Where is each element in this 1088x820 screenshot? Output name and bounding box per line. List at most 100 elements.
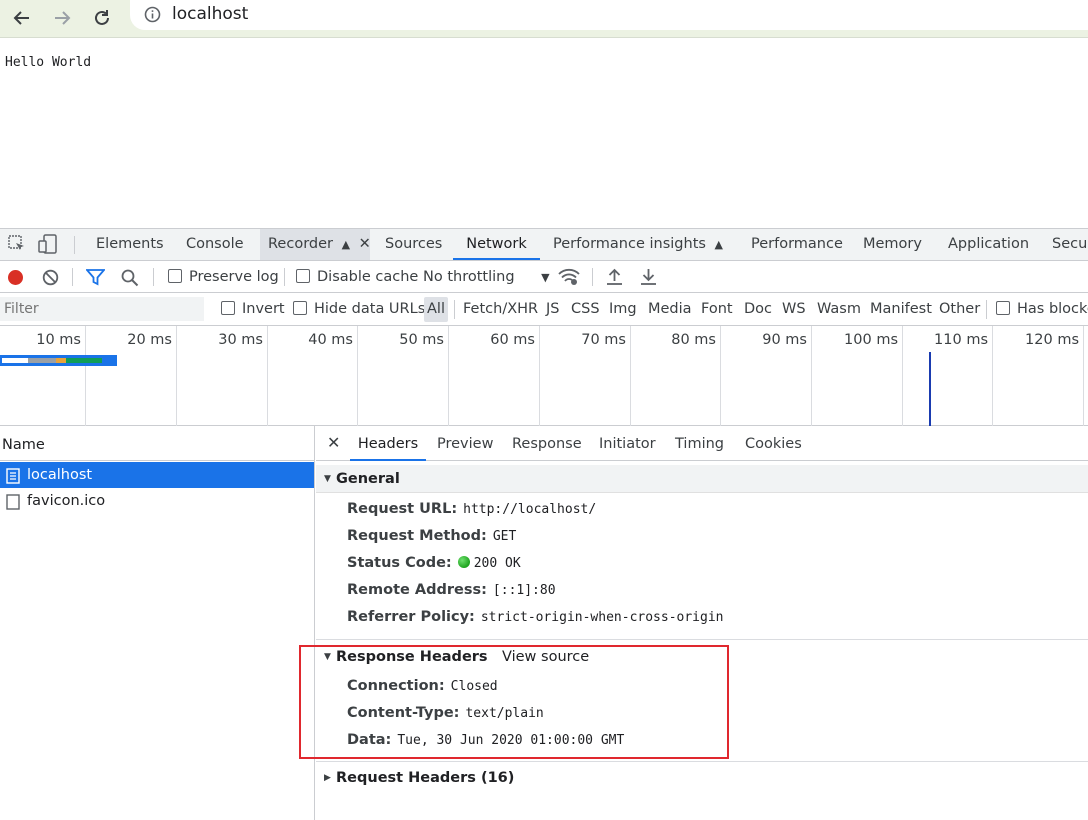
checkbox[interactable] [996, 301, 1010, 315]
network-conditions-icon[interactable] [558, 268, 580, 286]
header-value: [::1]:80 [492, 583, 556, 598]
tick-label: 90 ms [762, 332, 807, 348]
request-row[interactable]: localhost [0, 462, 314, 488]
filter-type-img[interactable]: Img [609, 293, 637, 326]
tab-application[interactable]: Application [948, 229, 1029, 260]
tab-initiator[interactable]: Initiator [599, 426, 656, 461]
info-icon[interactable] [144, 6, 161, 27]
checkbox[interactable] [168, 269, 182, 283]
tab-elements[interactable]: Elements [96, 229, 164, 260]
tab-performance-insights[interactable]: Performance insights ▲ [553, 229, 723, 260]
header-key: Status Code: [347, 555, 452, 571]
column-header-name[interactable]: Name [0, 426, 314, 461]
timeline-tick: 120 ms [993, 326, 1084, 426]
throttling-select[interactable]: No throttling ▼ [423, 261, 550, 293]
inspect-element-icon[interactable] [7, 234, 27, 258]
flask-icon: ▲ [714, 238, 724, 251]
tick-label: 10 ms [36, 332, 81, 348]
filter-type-all[interactable]: All [424, 297, 448, 322]
header-key: Referrer Policy: [347, 609, 475, 625]
search-icon[interactable] [121, 269, 139, 287]
tab-recorder[interactable]: Recorder ▲ ✕ [260, 229, 371, 260]
header-row: Request Method: GET [347, 523, 516, 550]
upload-icon[interactable] [606, 268, 623, 286]
record-icon[interactable] [7, 269, 24, 285]
filter-type-ws[interactable]: WS [782, 293, 806, 326]
forward-arrow-icon[interactable] [48, 4, 76, 32]
filter-icon[interactable] [85, 269, 106, 286]
tab-sources[interactable]: Sources [385, 229, 442, 260]
filter-type-media[interactable]: Media [648, 293, 692, 326]
tab-headers[interactable]: Headers [350, 426, 426, 461]
timeline-load-marker [929, 352, 931, 426]
disable-cache-checkbox[interactable]: Disable cache [296, 261, 418, 293]
network-filterbar: Invert Hide data URLs All Fetch/XHR JS C… [0, 293, 1088, 326]
filter-type-manifest[interactable]: Manifest [870, 293, 932, 326]
close-icon[interactable]: ✕ [359, 236, 371, 252]
address-bar[interactable]: localhost [130, 0, 1088, 30]
hide-data-urls-checkbox[interactable]: Hide data URLs [293, 293, 425, 326]
request-row[interactable]: favicon.ico [0, 488, 314, 514]
header-key: Request URL: [347, 501, 458, 517]
browser-toolbar: localhost [0, 0, 1088, 38]
filter-type-doc[interactable]: Doc [744, 293, 772, 326]
has-blocked-checkbox[interactable]: Has blocke [996, 293, 1088, 326]
section-divider [316, 761, 1088, 762]
timeline-segment-stalled [28, 358, 56, 363]
timeline-segment-connect [56, 358, 66, 363]
tab-memory[interactable]: Memory [863, 229, 922, 260]
tick-label: 100 ms [844, 332, 898, 348]
tick-label: 20 ms [127, 332, 172, 348]
filter-type-font[interactable]: Font [701, 293, 733, 326]
tab-performance-insights-label: Performance insights [553, 236, 706, 252]
timeline-tick: 20 ms [86, 326, 177, 426]
tick-label: 60 ms [490, 332, 535, 348]
flask-icon: ▲ [341, 238, 351, 251]
reload-icon[interactable] [88, 4, 116, 32]
section-title: Request Headers (16) [336, 770, 515, 786]
tab-console[interactable]: Console [186, 229, 244, 260]
checkbox[interactable] [221, 301, 235, 315]
filter-type-js[interactable]: JS [546, 293, 559, 326]
tab-performance[interactable]: Performance [751, 229, 843, 260]
timeline-tick: 100 ms [812, 326, 903, 426]
header-row: Status Code: 200 OK [347, 550, 521, 577]
preserve-log-checkbox[interactable]: Preserve log [168, 261, 279, 293]
tick-label: 80 ms [671, 332, 716, 348]
close-icon[interactable]: ✕ [327, 426, 340, 461]
address-bar-url[interactable]: localhost [172, 4, 248, 24]
back-arrow-icon[interactable] [8, 4, 36, 32]
tab-timing[interactable]: Timing [675, 426, 724, 461]
section-request-headers-header[interactable]: ▶ Request Headers (16) [316, 764, 1088, 792]
tab-response[interactable]: Response [512, 426, 582, 461]
download-icon[interactable] [640, 268, 657, 286]
network-timeline-overview[interactable]: 10 ms 20 ms 30 ms 40 ms 50 ms 60 ms 70 m… [0, 326, 1088, 426]
filter-type-css[interactable]: CSS [571, 293, 600, 326]
invert-checkbox[interactable]: Invert [221, 293, 285, 326]
filter-input[interactable] [0, 297, 204, 321]
devtools-tabbar: Elements Console Recorder ▲ ✕ Sources Ne… [0, 229, 1088, 261]
filter-type-wasm[interactable]: Wasm [817, 293, 861, 326]
tab-cookies[interactable]: Cookies [745, 426, 802, 461]
header-key: Remote Address: [347, 582, 487, 598]
checkbox[interactable] [296, 269, 310, 283]
clear-icon[interactable] [42, 269, 59, 286]
checkbox[interactable] [293, 301, 307, 315]
network-toolbar: Preserve log Disable cache No throttling… [0, 261, 1088, 293]
tab-security[interactable]: Secur [1052, 229, 1088, 260]
tab-preview[interactable]: Preview [437, 426, 493, 461]
header-row: Request URL: http://localhost/ [347, 496, 596, 523]
filter-type-fetch-xhr[interactable]: Fetch/XHR [463, 293, 538, 326]
request-name: localhost [27, 467, 93, 483]
timeline-tick: 70 ms [540, 326, 631, 426]
timeline-tick: 40 ms [268, 326, 358, 426]
tick-label: 120 ms [1025, 332, 1079, 348]
section-title: General [336, 471, 400, 487]
header-value: 200 OK [473, 556, 521, 571]
disable-cache-label: Disable cache [317, 269, 419, 285]
device-toolbar-icon[interactable] [38, 234, 60, 258]
timeline-tick: 60 ms [449, 326, 540, 426]
filter-type-other[interactable]: Other [939, 293, 980, 326]
tab-network[interactable]: Network [453, 229, 540, 260]
section-general-header[interactable]: ▼ General [316, 465, 1088, 493]
